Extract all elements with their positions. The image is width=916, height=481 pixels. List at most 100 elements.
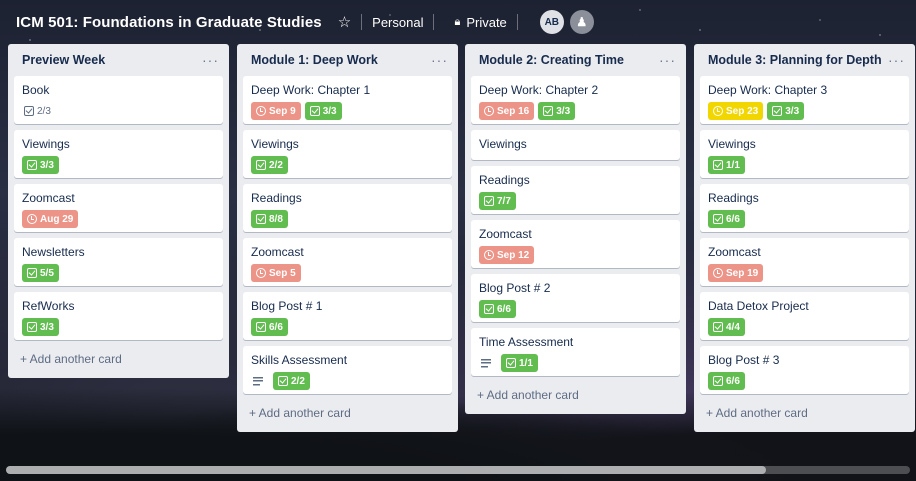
visibility-label: Private — [466, 14, 507, 30]
add-card-button[interactable]: + Add another card — [700, 400, 909, 426]
list-header: Module 1: Deep Work ··· — [243, 44, 452, 76]
list-title[interactable]: Preview Week — [22, 53, 105, 67]
card[interactable]: Blog Post # 1 6/6 — [243, 292, 452, 340]
due-date-badge: Sep 5 — [251, 264, 301, 282]
badge-text: Sep 5 — [269, 267, 296, 279]
card-title: Viewings — [479, 137, 527, 151]
card[interactable]: Viewings 1/1 — [700, 130, 909, 178]
header-divider — [433, 14, 435, 30]
list-title[interactable]: Module 1: Deep Work — [251, 53, 378, 67]
card-title: RefWorks — [22, 299, 75, 313]
list-title[interactable]: Module 2: Creating Time — [479, 53, 624, 67]
badge-text: Sep 19 — [726, 267, 759, 279]
star-icon[interactable]: ☆ — [338, 13, 351, 31]
badge-text: 2/2 — [269, 159, 283, 171]
due-date-badge: Sep 23 — [708, 102, 764, 120]
list: Preview Week ··· Book 2/3 Viewings 3/3 Zoomcas… — [8, 44, 229, 378]
list-menu-icon[interactable]: ··· — [659, 52, 676, 68]
checklist-icon — [256, 160, 266, 170]
scrollbar-thumb[interactable] — [6, 466, 766, 474]
checklist-icon — [713, 214, 723, 224]
member-avatar[interactable]: AB — [539, 10, 564, 34]
card-title: Zoomcast — [251, 245, 304, 259]
card[interactable]: Deep Work: Chapter 3 Sep 23 3/3 — [700, 76, 909, 124]
horizontal-scrollbar[interactable] — [6, 466, 910, 474]
card[interactable]: Time Assessment 1/1 — [471, 328, 680, 376]
visibility-button[interactable]: 🔒︎ Private — [444, 15, 506, 30]
badge-text: 3/3 — [40, 321, 54, 333]
card[interactable]: Zoomcast Sep 12 — [471, 220, 680, 268]
card-badges: Sep 16 3/3 — [479, 102, 672, 120]
due-date-badge: Sep 9 — [251, 102, 301, 120]
card[interactable]: Skills Assessment 2/2 — [243, 346, 452, 394]
clock-icon — [713, 268, 723, 278]
badge-text: 6/6 — [269, 321, 283, 333]
card[interactable]: Zoomcast Aug 29 — [14, 184, 223, 232]
card[interactable]: Readings 8/8 — [243, 184, 452, 232]
checklist-icon — [256, 322, 266, 332]
add-card-button[interactable]: + Add another card — [14, 346, 223, 372]
card-title: Viewings — [708, 137, 756, 151]
checklist-icon — [772, 106, 783, 116]
list: Module 3: Planning for Depth ··· Deep Work… — [694, 44, 915, 432]
checklist-badge: 3/3 — [22, 156, 59, 174]
card-badges: 3/3 — [22, 156, 215, 174]
card[interactable]: Readings 7/7 — [471, 166, 680, 214]
card-title: Deep Work: Chapter 1 — [251, 83, 371, 97]
checklist-badge: 2/2 — [273, 372, 310, 390]
card[interactable]: Blog Post # 3 6/6 — [700, 346, 909, 394]
list-title[interactable]: Module 3: Planning for Depth — [708, 53, 882, 67]
card[interactable]: Newsletters 5/5 — [14, 238, 223, 286]
due-date-badge: Sep 19 — [708, 264, 764, 282]
clock-icon — [484, 250, 494, 260]
badge-text: 3/3 — [556, 105, 571, 117]
due-date-badge: Sep 12 — [479, 246, 535, 264]
card-badges: 6/6 — [251, 318, 444, 336]
card[interactable]: Viewings 2/2 — [243, 130, 452, 178]
list-header: Module 3: Planning for Depth ··· — [700, 44, 909, 76]
badge-text: Sep 23 — [726, 105, 759, 117]
card[interactable]: Book 2/3 — [14, 76, 223, 124]
list-menu-icon[interactable]: ··· — [888, 52, 905, 68]
card-title: Deep Work: Chapter 3 — [708, 83, 828, 97]
card[interactable]: Zoomcast Sep 5 — [243, 238, 452, 286]
add-member-icon[interactable]: ♟ — [569, 10, 594, 34]
add-card-button[interactable]: + Add another card — [243, 400, 452, 426]
checklist-badge: 1/1 — [501, 354, 538, 372]
card[interactable]: Deep Work: Chapter 1 Sep 9 3/3 — [243, 76, 452, 124]
board-header: ICM 501: Foundations in Graduate Studies… — [0, 0, 916, 44]
card[interactable]: Deep Work: Chapter 2 Sep 16 3/3 — [471, 76, 680, 124]
badge-text: 2/2 — [291, 375, 305, 387]
badge-text: Sep 12 — [497, 249, 530, 261]
badge-text: 3/3 — [40, 159, 54, 171]
card[interactable]: Zoomcast Sep 19 — [700, 238, 909, 286]
team-button[interactable]: Personal — [372, 15, 423, 30]
card[interactable]: RefWorks 3/3 — [14, 292, 223, 340]
badge-text: 1/1 — [726, 159, 740, 171]
add-card-button[interactable]: + Add another card — [471, 382, 680, 408]
card[interactable]: Viewings 3/3 — [14, 130, 223, 178]
checklist-icon — [543, 106, 554, 116]
card-badges: Sep 5 — [251, 264, 444, 282]
badge-text: 7/7 — [497, 195, 511, 207]
list-menu-icon[interactable]: ··· — [431, 52, 448, 68]
card-badges: Sep 9 3/3 — [251, 102, 444, 120]
clock-icon — [256, 268, 266, 278]
card-badges: 4/4 — [708, 318, 901, 336]
badge-text: 2/3 — [37, 105, 51, 117]
card-title: Readings — [251, 191, 302, 205]
card-badges: 6/6 — [479, 300, 672, 318]
checklist-icon — [713, 322, 723, 332]
list-menu-icon[interactable]: ··· — [202, 52, 219, 68]
card[interactable]: Readings 6/6 — [700, 184, 909, 232]
card[interactable]: Viewings — [471, 130, 680, 160]
description-icon — [253, 376, 263, 386]
card-badges: Sep 19 — [708, 264, 901, 282]
card[interactable]: Data Detox Project 4/4 — [700, 292, 909, 340]
checklist-badge: 6/6 — [708, 210, 745, 228]
card[interactable]: Blog Post # 2 6/6 — [471, 274, 680, 322]
board-title[interactable]: ICM 501: Foundations in Graduate Studies — [16, 14, 322, 31]
checklist-badge: 3/3 — [767, 102, 805, 120]
card-title: Newsletters — [22, 245, 85, 259]
card-badges: Sep 12 — [479, 246, 672, 264]
